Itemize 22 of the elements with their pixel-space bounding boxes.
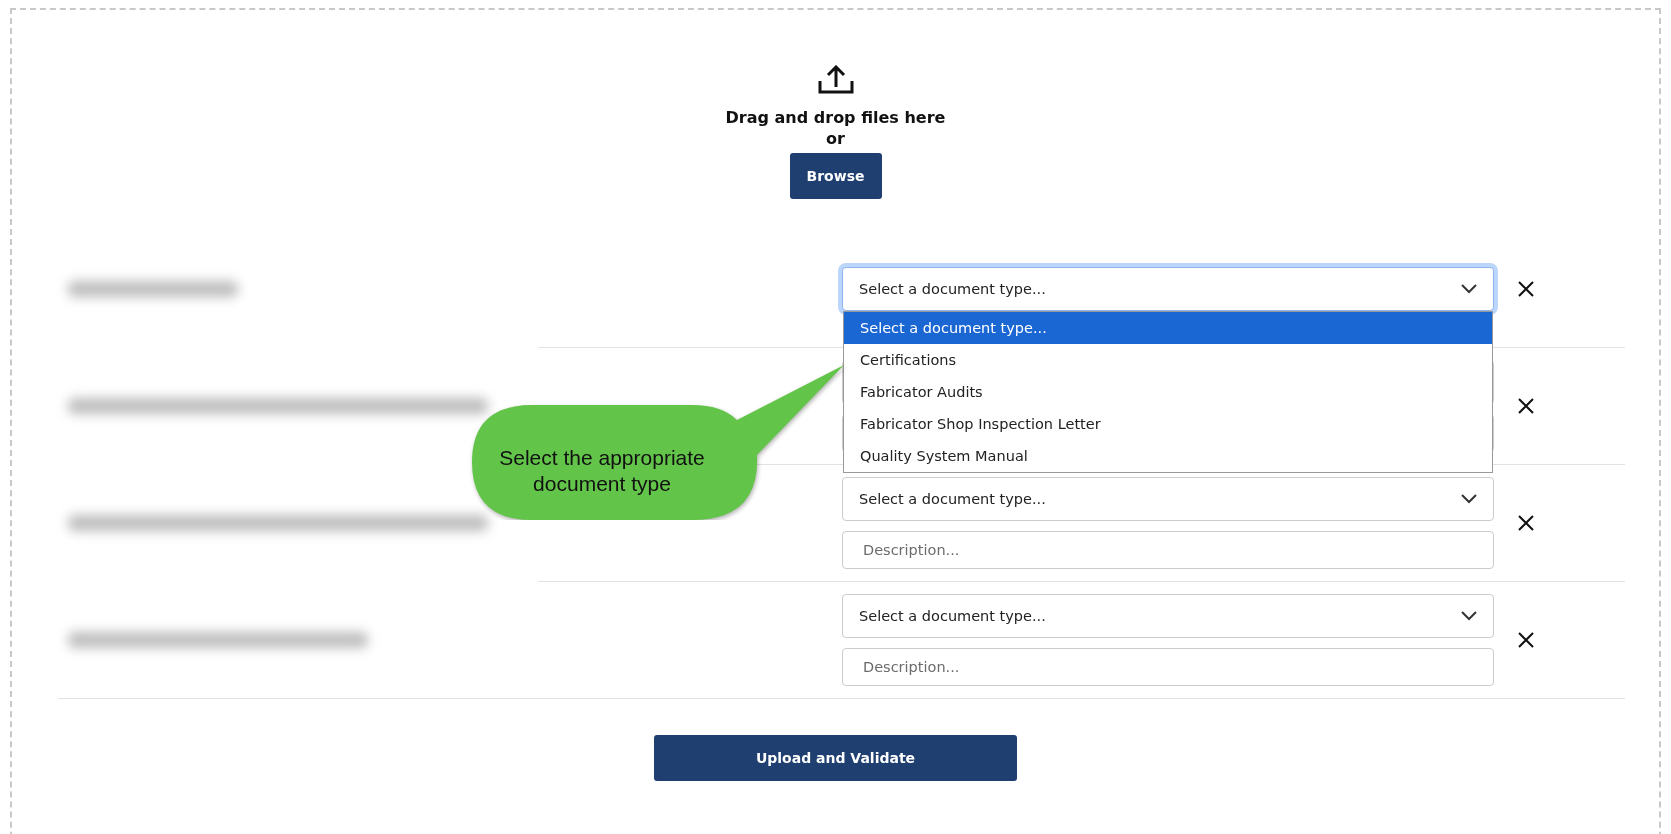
- description-field[interactable]: Description...: [842, 648, 1494, 686]
- or-text: or: [826, 129, 845, 149]
- dropdown-option[interactable]: Fabricator Audits: [844, 376, 1492, 408]
- document-type-select[interactable]: Select a document type...: [842, 594, 1494, 638]
- dropzone-title: Drag and drop files here: [725, 107, 946, 129]
- browse-button[interactable]: Browse: [789, 153, 882, 199]
- dropdown-option[interactable]: Certifications: [844, 344, 1492, 376]
- dropdown-option[interactable]: Quality System Manual: [844, 440, 1492, 472]
- dropdown-option[interactable]: Fabricator Shop Inspection Letter: [844, 408, 1492, 440]
- close-icon[interactable]: [1518, 281, 1534, 297]
- upload-icon: [816, 65, 855, 95]
- close-icon[interactable]: [1518, 515, 1534, 531]
- upload-validate-button[interactable]: Upload and Validate: [654, 735, 1017, 781]
- close-icon[interactable]: [1518, 632, 1534, 648]
- callout-text: Select the appropriate document type: [498, 445, 706, 497]
- document-type-select[interactable]: Select a document type...: [842, 477, 1494, 521]
- dropdown-option[interactable]: Select a document type...: [844, 312, 1492, 344]
- chevron-down-icon: [1461, 284, 1477, 294]
- close-icon[interactable]: [1518, 398, 1534, 414]
- chevron-down-icon: [1461, 494, 1477, 504]
- description-field[interactable]: Description...: [842, 531, 1494, 569]
- chevron-down-icon: [1461, 611, 1477, 621]
